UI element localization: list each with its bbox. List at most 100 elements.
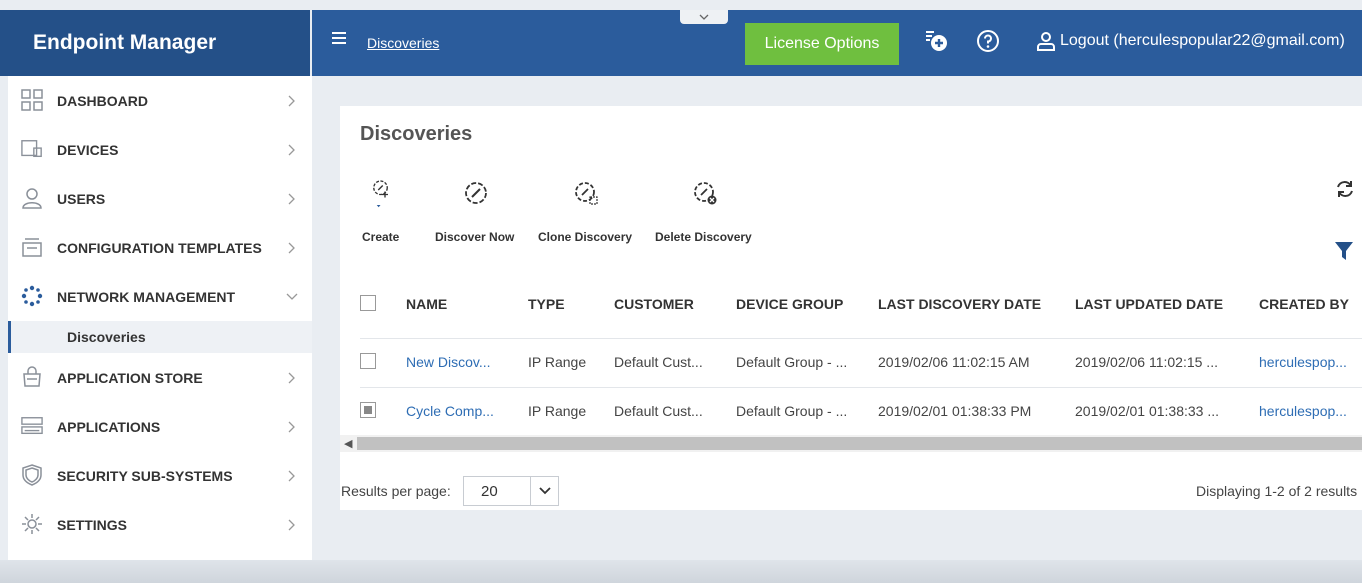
create-label: Create (362, 230, 400, 244)
delete-discovery-icon (694, 182, 717, 205)
refresh-icon[interactable] (1335, 179, 1355, 204)
menu-icon[interactable] (332, 32, 346, 46)
horizontal-scrollbar[interactable]: ◀ (340, 435, 1362, 452)
gear-icon (21, 513, 43, 535)
column-header-customer[interactable]: CUSTOMER (614, 296, 694, 312)
sidebar-subitem-discoveries[interactable]: Discoveries (8, 321, 312, 353)
table-cell: 2019/02/01 01:38:33 PM (878, 403, 1032, 419)
logout-link[interactable]: Logout (herculespopular22@gmail.com) (1036, 31, 1345, 51)
applications-icon (21, 415, 43, 437)
chevron-right-icon (286, 95, 298, 107)
results-per-page-label: Results per page: (341, 483, 451, 499)
sidebar-item-applications[interactable]: APPLICATIONS (8, 402, 312, 451)
sidebar-item-security-sub-systems[interactable]: SECURITY SUB-SYSTEMS (8, 451, 312, 500)
help-icon[interactable] (976, 28, 1000, 54)
chevron-down-icon (286, 291, 298, 303)
sidebar-item-dashboard[interactable]: DASHBOARD (8, 76, 312, 125)
chevron-right-icon (286, 519, 298, 531)
row-checkbox[interactable] (360, 402, 376, 418)
discover-now-label: Discover Now (435, 230, 515, 244)
discoveries-panel: Discoveries Create Discover Now Clone Di… (340, 106, 1362, 510)
sidebar-item-label: SETTINGS (57, 516, 128, 533)
page-title: Discoveries (360, 123, 473, 145)
app-title: Endpoint Manager (0, 10, 310, 76)
chevron-right-icon (286, 421, 298, 433)
chevron-right-icon (286, 144, 298, 156)
sidebar-item-label: SECURITY SUB-SYSTEMS (57, 467, 233, 484)
devices-icon (21, 138, 43, 160)
results-per-page-value: 20 (481, 483, 498, 500)
chevron-right-icon (286, 242, 298, 254)
dashboard-icon (21, 89, 43, 111)
delete-discovery-button[interactable]: Delete Discovery (655, 178, 755, 244)
sidebar-item-users[interactable]: USERS (8, 174, 312, 223)
filter-icon[interactable] (1335, 241, 1353, 266)
created-by-link[interactable]: herculespop... (1259, 354, 1347, 370)
table-cell: Default Cust... (614, 354, 703, 370)
shield-icon (21, 464, 43, 486)
sidebar-item-label: USERS (57, 190, 106, 207)
sidebar-item-label: APPLICATIONS (57, 418, 161, 435)
discover-now-button[interactable]: Discover Now (435, 178, 516, 244)
table-cell: IP Range (528, 403, 587, 419)
sidebar-item-label: DASHBOARD (57, 92, 148, 109)
displaying-count: Displaying 1-2 of 2 results (1196, 483, 1358, 499)
table-cell: 2019/02/01 01:38:33 ... (1075, 403, 1220, 419)
column-header-last-discovery-date[interactable]: LAST DISCOVERY DATE (878, 296, 1041, 312)
sidebar-item-label: CONFIGURATION TEMPLATES (57, 239, 262, 256)
breadcrumb[interactable]: Discoveries (367, 35, 439, 51)
column-header-device-group[interactable]: DEVICE GROUP (736, 296, 843, 312)
sidebar-item-settings[interactable]: SETTINGS (8, 500, 312, 549)
add-notification-icon[interactable] (924, 28, 948, 54)
table-cell: IP Range (528, 354, 587, 370)
column-header-created-by[interactable]: CREATED BY (1259, 296, 1349, 312)
table-cell: 2019/02/06 11:02:15 ... (1075, 354, 1218, 370)
divider (360, 387, 1362, 388)
discovery-name-link[interactable]: New Discov... (406, 354, 491, 370)
delete-discovery-label: Delete Discovery (655, 230, 752, 244)
table-cell: Default Group - ... (736, 354, 848, 370)
table-cell: Default Cust... (614, 403, 703, 419)
table-cell: 2019/02/06 11:02:15 AM (878, 354, 1030, 370)
user-icon (1037, 32, 1055, 51)
sidebar-item-label: NETWORK MANAGEMENT (57, 288, 236, 305)
create-button[interactable]: Create (360, 178, 404, 244)
results-per-page-select[interactable]: 20 (463, 476, 559, 506)
select-all-checkbox[interactable] (360, 295, 376, 311)
clone-discovery-label: Clone Discovery (538, 230, 633, 244)
sidebar-item-label: APPLICATION STORE (57, 369, 203, 386)
sidebar-item-configuration-templates[interactable]: CONFIGURATION TEMPLATES (8, 223, 312, 272)
created-by-link[interactable]: herculespop... (1259, 403, 1347, 419)
sidebar: DASHBOARD DEVICES USERS CONFIGURATION TE… (8, 76, 312, 566)
sidebar-item-devices[interactable]: DEVICES (8, 125, 312, 174)
chevron-right-icon (286, 470, 298, 482)
create-discovery-icon (373, 180, 388, 208)
collapse-header-icon[interactable] (680, 10, 728, 24)
license-options-button[interactable]: License Options (745, 23, 899, 65)
logout-label: Logout (herculespopular22@gmail.com) (1060, 32, 1345, 49)
network-icon (21, 285, 43, 307)
templates-icon (21, 236, 43, 258)
sidebar-item-network-management[interactable]: NETWORK MANAGEMENT (8, 272, 312, 321)
sidebar-item-label: DEVICES (57, 141, 119, 158)
sidebar-item-application-store[interactable]: APPLICATION STORE (8, 353, 312, 402)
discover-now-icon (465, 182, 487, 204)
row-checkbox[interactable] (360, 353, 376, 369)
scroll-left-icon[interactable]: ◀ (344, 437, 352, 450)
store-icon (21, 366, 43, 388)
chevron-right-icon (286, 372, 298, 384)
divider (360, 338, 1362, 339)
column-header-name[interactable]: NAME (406, 296, 447, 312)
top-header: Discoveries License Options Logout (herc… (312, 10, 1362, 76)
column-header-last-updated-date[interactable]: LAST UPDATED DATE (1075, 296, 1223, 312)
chevron-down-icon (530, 477, 559, 505)
table-cell: Default Group - ... (736, 403, 848, 419)
clone-discovery-icon (575, 182, 598, 205)
footer-decoration (0, 560, 1362, 583)
discovery-name-link[interactable]: Cycle Comp... (406, 403, 494, 419)
clone-discovery-button[interactable]: Clone Discovery (538, 178, 634, 244)
column-header-type[interactable]: TYPE (528, 296, 565, 312)
sidebar-subitem-label: Discoveries (67, 329, 146, 345)
scrollbar-thumb[interactable] (357, 437, 1362, 450)
chevron-right-icon (286, 193, 298, 205)
